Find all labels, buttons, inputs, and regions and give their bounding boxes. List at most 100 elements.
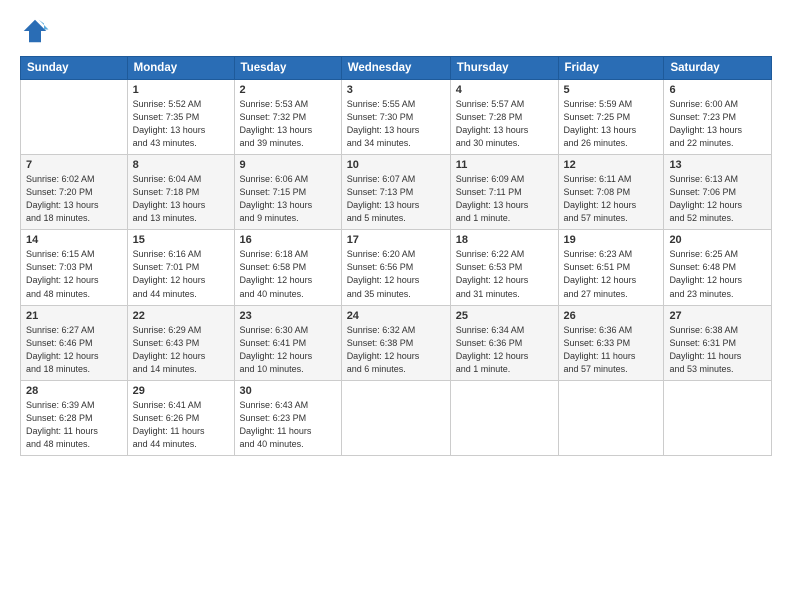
calendar-cell: 18Sunrise: 6:22 AMSunset: 6:53 PMDayligh… [450,230,558,305]
day-number: 22 [133,310,229,322]
day-info: Sunrise: 6:43 AMSunset: 6:23 PMDaylight:… [240,399,336,451]
calendar-cell: 20 Sunrise: 6:25 AMSunset: 6:48 PMDayligh… [664,230,772,305]
header [20,16,772,46]
day-number: 9 [240,159,336,171]
day-info: Sunrise: 6:00 AMSunset: 7:23 PMDaylight:… [669,98,766,150]
day-number: 24 [347,310,445,322]
calendar-cell: 13Sunrise: 6:13 AMSunset: 7:06 PMDayligh… [664,155,772,230]
day-info: Sunrise: 6:25 AMSunset: 6:48 PMDaylight:… [669,248,766,300]
calendar-cell: 11 Sunrise: 6:09 AMSunset: 7:11 PMDayligh… [450,155,558,230]
day-number: 26 [564,310,659,322]
day-info: Sunrise: 5:52 AMSunset: 7:35 PMDaylight:… [133,98,229,150]
calendar-week-3: 14 Sunrise: 6:15 AMSunset: 7:03 PMDayligh… [21,230,772,305]
day-info: Sunrise: 6:41 AMSunset: 6:26 PMDaylight:… [133,399,229,451]
calendar-cell: 5 Sunrise: 5:59 AMSunset: 7:25 PMDaylight… [558,80,664,155]
calendar-cell: 30 Sunrise: 6:43 AMSunset: 6:23 PMDayligh… [234,380,341,455]
day-info: Sunrise: 6:15 AMSunset: 7:03 PMDaylight:… [26,248,122,300]
day-number: 8 [133,159,229,171]
logo-icon [20,16,50,46]
day-number: 12 [564,159,659,171]
calendar-cell [341,380,450,455]
calendar-cell: 14 Sunrise: 6:15 AMSunset: 7:03 PMDayligh… [21,230,128,305]
day-number: 16 [240,234,336,246]
day-number: 3 [347,84,445,96]
calendar-week-5: 28Sunrise: 6:39 AMSunset: 6:28 PMDayligh… [21,380,772,455]
calendar-cell: 29Sunrise: 6:41 AMSunset: 6:26 PMDayligh… [127,380,234,455]
day-number: 23 [240,310,336,322]
day-number: 30 [240,385,336,397]
day-number: 11 [456,159,553,171]
day-number: 18 [456,234,553,246]
day-number: 14 [26,234,122,246]
day-info: Sunrise: 6:02 AMSunset: 7:20 PMDaylight:… [26,173,122,225]
calendar-cell: 25 Sunrise: 6:34 AMSunset: 6:36 PMDayligh… [450,305,558,380]
day-number: 10 [347,159,445,171]
calendar-cell: 6 Sunrise: 6:00 AMSunset: 7:23 PMDaylight… [664,80,772,155]
weekday-header-thursday: Thursday [450,57,558,80]
weekday-header-friday: Friday [558,57,664,80]
day-info: Sunrise: 6:32 AMSunset: 6:38 PMDaylight:… [347,324,445,376]
day-number: 5 [564,84,659,96]
day-number: 7 [26,159,122,171]
calendar-week-1: 1 Sunrise: 5:52 AMSunset: 7:35 PMDaylight… [21,80,772,155]
day-number: 2 [240,84,336,96]
day-info: Sunrise: 6:04 AMSunset: 7:18 PMDaylight:… [133,173,229,225]
calendar-cell [558,380,664,455]
day-info: Sunrise: 5:55 AMSunset: 7:30 PMDaylight:… [347,98,445,150]
calendar-cell: 4 Sunrise: 5:57 AMSunset: 7:28 PMDaylight… [450,80,558,155]
calendar-cell [664,380,772,455]
day-info: Sunrise: 6:07 AMSunset: 7:13 PMDaylight:… [347,173,445,225]
day-number: 1 [133,84,229,96]
day-info: Sunrise: 6:23 AMSunset: 6:51 PMDaylight:… [564,248,659,300]
calendar-cell: 17 Sunrise: 6:20 AMSunset: 6:56 PMDayligh… [341,230,450,305]
day-info: Sunrise: 6:39 AMSunset: 6:28 PMDaylight:… [26,399,122,451]
day-number: 21 [26,310,122,322]
calendar-cell: 27 Sunrise: 6:38 AMSunset: 6:31 PMDayligh… [664,305,772,380]
day-number: 27 [669,310,766,322]
calendar-week-2: 7 Sunrise: 6:02 AMSunset: 7:20 PMDaylight… [21,155,772,230]
calendar-cell: 2 Sunrise: 5:53 AMSunset: 7:32 PMDaylight… [234,80,341,155]
day-number: 25 [456,310,553,322]
day-info: Sunrise: 6:34 AMSunset: 6:36 PMDaylight:… [456,324,553,376]
weekday-header-monday: Monday [127,57,234,80]
calendar-cell: 12 Sunrise: 6:11 AMSunset: 7:08 PMDayligh… [558,155,664,230]
calendar-cell: 22Sunrise: 6:29 AMSunset: 6:43 PMDayligh… [127,305,234,380]
calendar-cell [21,80,128,155]
day-number: 15 [133,234,229,246]
weekday-header-sunday: Sunday [21,57,128,80]
calendar-week-4: 21 Sunrise: 6:27 AMSunset: 6:46 PMDayligh… [21,305,772,380]
day-info: Sunrise: 5:57 AMSunset: 7:28 PMDaylight:… [456,98,553,150]
calendar-cell: 21 Sunrise: 6:27 AMSunset: 6:46 PMDayligh… [21,305,128,380]
calendar-cell: 1 Sunrise: 5:52 AMSunset: 7:35 PMDaylight… [127,80,234,155]
calendar-cell: 15Sunrise: 6:16 AMSunset: 7:01 PMDayligh… [127,230,234,305]
calendar-cell: 8 Sunrise: 6:04 AMSunset: 7:18 PMDaylight… [127,155,234,230]
calendar-cell: 24 Sunrise: 6:32 AMSunset: 6:38 PMDayligh… [341,305,450,380]
calendar-cell: 28Sunrise: 6:39 AMSunset: 6:28 PMDayligh… [21,380,128,455]
weekday-header-wednesday: Wednesday [341,57,450,80]
calendar-cell: 7 Sunrise: 6:02 AMSunset: 7:20 PMDaylight… [21,155,128,230]
day-info: Sunrise: 6:11 AMSunset: 7:08 PMDaylight:… [564,173,659,225]
day-info: Sunrise: 6:18 AMSunset: 6:58 PMDaylight:… [240,248,336,300]
weekday-header-row: SundayMondayTuesdayWednesdayThursdayFrid… [21,57,772,80]
day-number: 20 [669,234,766,246]
day-number: 6 [669,84,766,96]
calendar-cell: 16 Sunrise: 6:18 AMSunset: 6:58 PMDayligh… [234,230,341,305]
day-info: Sunrise: 6:20 AMSunset: 6:56 PMDaylight:… [347,248,445,300]
day-number: 17 [347,234,445,246]
day-info: Sunrise: 5:53 AMSunset: 7:32 PMDaylight:… [240,98,336,150]
calendar-cell: 10 Sunrise: 6:07 AMSunset: 7:13 PMDayligh… [341,155,450,230]
day-info: Sunrise: 6:30 AMSunset: 6:41 PMDaylight:… [240,324,336,376]
day-info: Sunrise: 5:59 AMSunset: 7:25 PMDaylight:… [564,98,659,150]
day-info: Sunrise: 6:36 AMSunset: 6:33 PMDaylight:… [564,324,659,376]
calendar-cell [450,380,558,455]
day-info: Sunrise: 6:09 AMSunset: 7:11 PMDaylight:… [456,173,553,225]
logo [20,16,54,46]
calendar-table: SundayMondayTuesdayWednesdayThursdayFrid… [20,56,772,456]
day-info: Sunrise: 6:13 AMSunset: 7:06 PMDaylight:… [669,173,766,225]
page: SundayMondayTuesdayWednesdayThursdayFrid… [0,0,792,612]
day-info: Sunrise: 6:38 AMSunset: 6:31 PMDaylight:… [669,324,766,376]
calendar-cell: 19Sunrise: 6:23 AMSunset: 6:51 PMDayligh… [558,230,664,305]
day-number: 4 [456,84,553,96]
day-info: Sunrise: 6:27 AMSunset: 6:46 PMDaylight:… [26,324,122,376]
calendar-cell: 23 Sunrise: 6:30 AMSunset: 6:41 PMDayligh… [234,305,341,380]
